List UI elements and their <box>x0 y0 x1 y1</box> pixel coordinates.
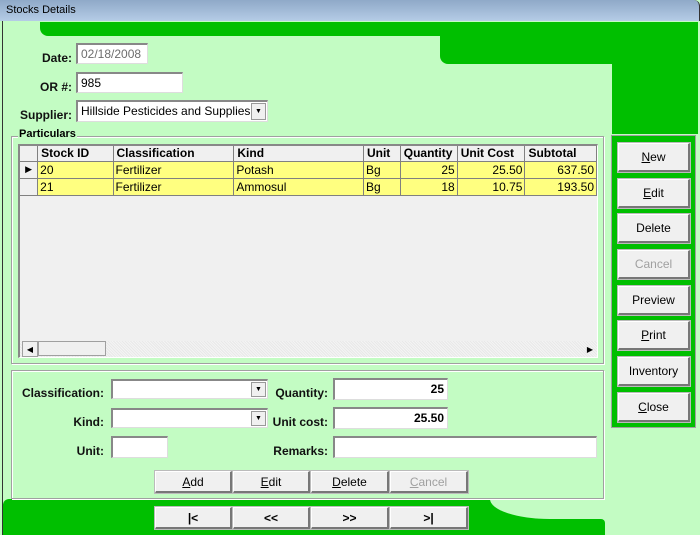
header-row-selector <box>20 146 39 162</box>
unit-label: Unit: <box>76 444 104 458</box>
grid-header-row: Stock ID Classification Kind Unit Quanti… <box>20 146 597 162</box>
edit-button[interactable]: Edit <box>617 178 691 209</box>
scroll-thumb[interactable] <box>38 341 106 356</box>
supplier-value: Hillside Pesticides and Supplies <box>81 104 251 118</box>
remarks-field[interactable] <box>333 436 597 458</box>
column-header-classification[interactable]: Classification <box>113 146 235 162</box>
decor-bottom-right-tab <box>490 519 605 535</box>
window-title: Stocks Details <box>6 4 76 16</box>
button-label: ancel <box>418 474 448 489</box>
cell-unit[interactable]: Bg <box>363 161 401 179</box>
unit-cost-label: Unit cost: <box>272 415 328 429</box>
quantity-label: Quantity: <box>275 386 328 400</box>
cell-stock-id[interactable]: 20 <box>37 161 114 179</box>
cell-quantity[interactable]: 25 <box>400 161 458 179</box>
button-label: dit <box>268 474 282 489</box>
cancel-item-button[interactable]: Cancel <box>389 470 469 494</box>
decor-bottom-curve <box>490 499 698 519</box>
or-number-label: OR #: <box>39 80 72 94</box>
cell-classification[interactable]: Fertilizer <box>113 178 235 196</box>
cancel-button[interactable]: Cancel <box>617 249 691 280</box>
delete-item-button[interactable]: Delete <box>310 470 390 494</box>
button-label: rint <box>649 328 666 342</box>
date-field[interactable]: 02/18/2008 <box>76 43 148 64</box>
cell-quantity[interactable]: 18 <box>400 178 458 196</box>
kind-label: Kind: <box>73 415 104 429</box>
button-label: Cancel <box>634 257 673 271</box>
button-label: dit <box>651 186 664 200</box>
row-pointer-icon[interactable]: ▶ <box>20 161 39 179</box>
cell-unit-cost[interactable]: 10.75 <box>457 178 526 196</box>
column-header-subtotal[interactable]: Subtotal <box>524 146 597 162</box>
unit-field[interactable] <box>111 436 168 458</box>
nav-next-button[interactable]: >> <box>310 506 390 530</box>
accel-key: D <box>332 474 341 489</box>
date-label: Date: <box>41 51 72 65</box>
button-label: ew <box>650 150 666 164</box>
cell-unit[interactable]: Bg <box>363 178 401 196</box>
cell-stock-id[interactable]: 21 <box>37 178 114 196</box>
unit-cost-field[interactable]: 25.50 <box>333 407 448 429</box>
preview-button[interactable]: Preview <box>617 285 691 316</box>
accel-key: N <box>641 150 651 164</box>
button-label: Preview <box>632 293 675 307</box>
button-label: elete <box>340 474 367 489</box>
window-titlebar[interactable]: Stocks Details <box>0 0 700 21</box>
scroll-right-icon[interactable]: ▶ <box>582 341 597 357</box>
column-header-unit-cost[interactable]: Unit Cost <box>457 146 526 162</box>
cell-subtotal[interactable]: 193.50 <box>524 178 597 196</box>
cell-kind[interactable]: Ammosul <box>233 178 364 196</box>
row-selector[interactable] <box>20 178 39 196</box>
particulars-grid[interactable]: Stock ID Classification Kind Unit Quanti… <box>18 144 598 358</box>
delete-button[interactable]: Delete <box>617 213 691 244</box>
accel-key: A <box>182 474 191 489</box>
accel-key: E <box>260 474 269 489</box>
cell-subtotal[interactable]: 637.50 <box>524 161 597 179</box>
supplier-dropdown[interactable]: Hillside Pesticides and Supplies ▼ <box>76 100 268 122</box>
classification-label: Classification: <box>21 386 104 400</box>
chevron-down-icon[interactable]: ▼ <box>251 103 266 120</box>
accel-key: P <box>641 328 650 342</box>
column-header-quantity[interactable]: Quantity <box>400 146 458 162</box>
edit-item-button[interactable]: Edit <box>232 470 311 494</box>
accel-key: E <box>643 186 652 200</box>
scroll-left-icon[interactable]: ◀ <box>22 341 38 357</box>
decor-right-column <box>612 22 698 134</box>
inventory-button[interactable]: Inventory <box>617 356 691 387</box>
quantity-field[interactable]: 25 <box>333 378 448 400</box>
kind-dropdown[interactable]: ▼ <box>111 408 268 428</box>
cell-unit-cost[interactable]: 25.50 <box>457 161 526 179</box>
cell-classification[interactable]: Fertilizer <box>113 161 235 179</box>
nav-last-button[interactable]: >| <box>389 506 469 530</box>
classification-dropdown[interactable]: ▼ <box>111 379 268 399</box>
nav-first-button[interactable]: |< <box>154 506 233 530</box>
button-label: lose <box>646 400 669 414</box>
column-header-stock-id[interactable]: Stock ID <box>37 146 114 162</box>
new-button[interactable]: New <box>617 142 691 173</box>
table-row[interactable]: 21 Fertilizer Ammosul Bg 18 10.75 193.50 <box>20 178 597 196</box>
horizontal-scrollbar[interactable]: ◀ ▶ <box>20 341 597 357</box>
accel-key: C <box>409 474 419 489</box>
or-number-field[interactable]: 985 <box>76 72 183 93</box>
button-label: Inventory <box>628 364 679 378</box>
nav-previous-button[interactable]: << <box>232 506 311 530</box>
cell-kind[interactable]: Potash <box>233 161 364 179</box>
button-label: dd <box>190 474 204 489</box>
particulars-table: Stock ID Classification Kind Unit Quanti… <box>20 146 597 196</box>
print-button[interactable]: Print <box>617 320 691 351</box>
accel-key: C <box>638 400 647 414</box>
close-button[interactable]: Close <box>617 392 691 423</box>
particulars-title: Particulars <box>18 128 77 140</box>
column-header-unit[interactable]: Unit <box>363 146 401 162</box>
add-item-button[interactable]: Add <box>154 470 233 494</box>
remarks-label: Remarks: <box>273 444 328 458</box>
column-header-kind[interactable]: Kind <box>233 146 364 162</box>
table-row[interactable]: ▶ 20 Fertilizer Potash Bg 25 25.50 637.5… <box>20 161 597 179</box>
button-label: Delete <box>636 221 671 235</box>
supplier-label: Supplier: <box>19 108 72 122</box>
